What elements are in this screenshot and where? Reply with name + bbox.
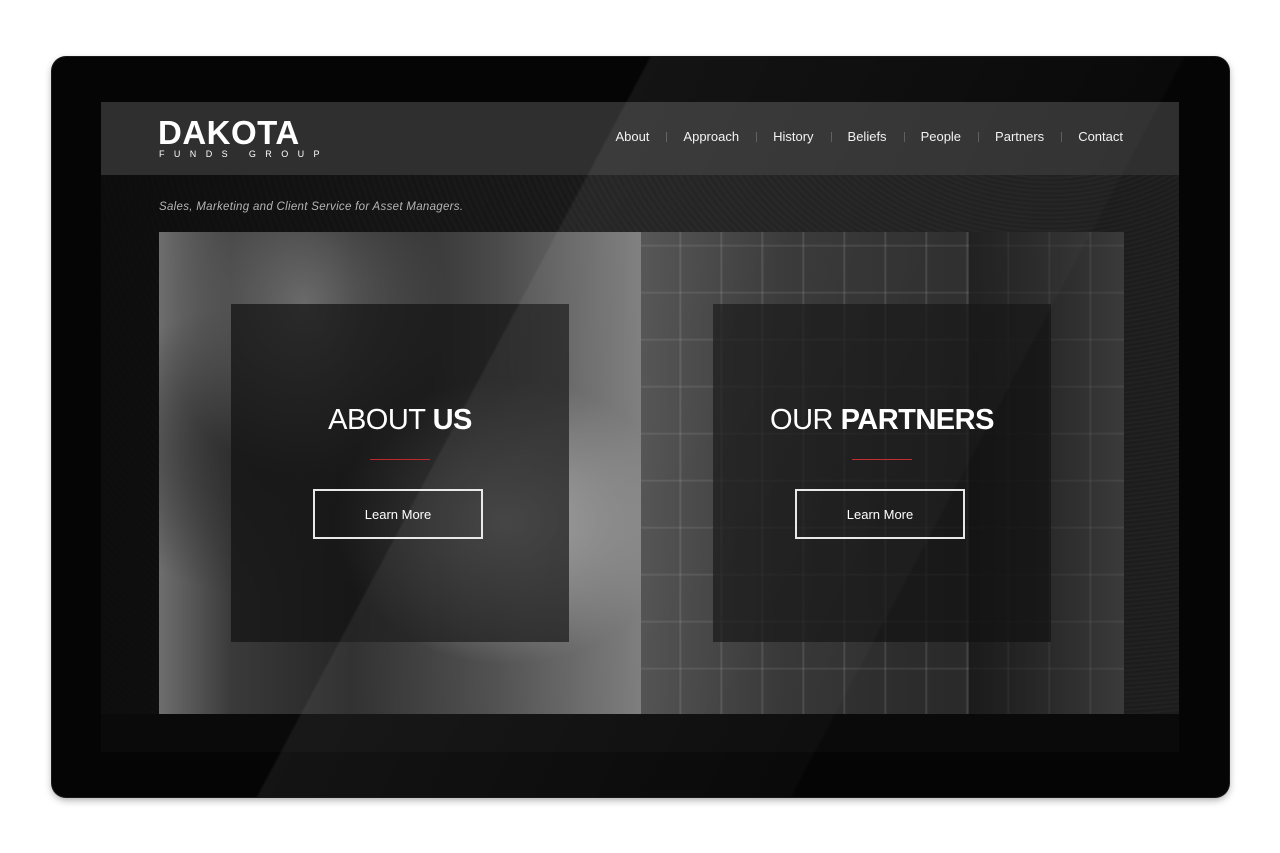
nav-item-partners[interactable]: Partners xyxy=(978,129,1061,144)
partners-card-title: OUR PARTNERS xyxy=(713,404,1051,437)
partners-title-light: OUR xyxy=(770,404,833,436)
main-nav: About Approach History Beliefs People Pa… xyxy=(598,129,1123,144)
about-title-light: ABOUT xyxy=(328,404,426,436)
nav-item-history[interactable]: History xyxy=(756,129,830,144)
nav-item-about[interactable]: About xyxy=(598,129,666,144)
nav-item-people[interactable]: People xyxy=(903,129,978,144)
hero-bottom-band xyxy=(101,714,1179,752)
about-card: ABOUT US Learn More xyxy=(231,304,569,642)
nav-item-contact[interactable]: Contact xyxy=(1061,129,1123,144)
about-accent-rule xyxy=(370,459,430,460)
logo[interactable]: DAKOTA FUNDS GROUP xyxy=(158,114,329,159)
nav-item-approach[interactable]: Approach xyxy=(666,129,756,144)
about-learn-more-button[interactable]: Learn More xyxy=(313,489,483,539)
partners-title-bold: PARTNERS xyxy=(840,404,995,436)
partners-learn-more-button[interactable]: Learn More xyxy=(795,489,965,539)
site-header: DAKOTA FUNDS GROUP About Approach Histor… xyxy=(101,102,1179,175)
browser-viewport: DAKOTA FUNDS GROUP About Approach Histor… xyxy=(101,102,1179,752)
about-title-bold: US xyxy=(432,404,473,436)
partners-accent-rule xyxy=(852,459,912,460)
logo-wordmark: DAKOTA xyxy=(158,114,300,151)
about-panel: ABOUT US Learn More xyxy=(159,232,641,714)
partners-panel: OUR PARTNERS Learn More xyxy=(641,232,1124,714)
logo-subtitle: FUNDS GROUP xyxy=(159,149,329,159)
about-card-title: ABOUT US xyxy=(231,404,569,437)
partners-card: OUR PARTNERS Learn More xyxy=(713,304,1051,642)
device-frame: DAKOTA FUNDS GROUP About Approach Histor… xyxy=(52,57,1229,797)
tagline: Sales, Marketing and Client Service for … xyxy=(159,201,464,213)
nav-item-beliefs[interactable]: Beliefs xyxy=(830,129,904,144)
